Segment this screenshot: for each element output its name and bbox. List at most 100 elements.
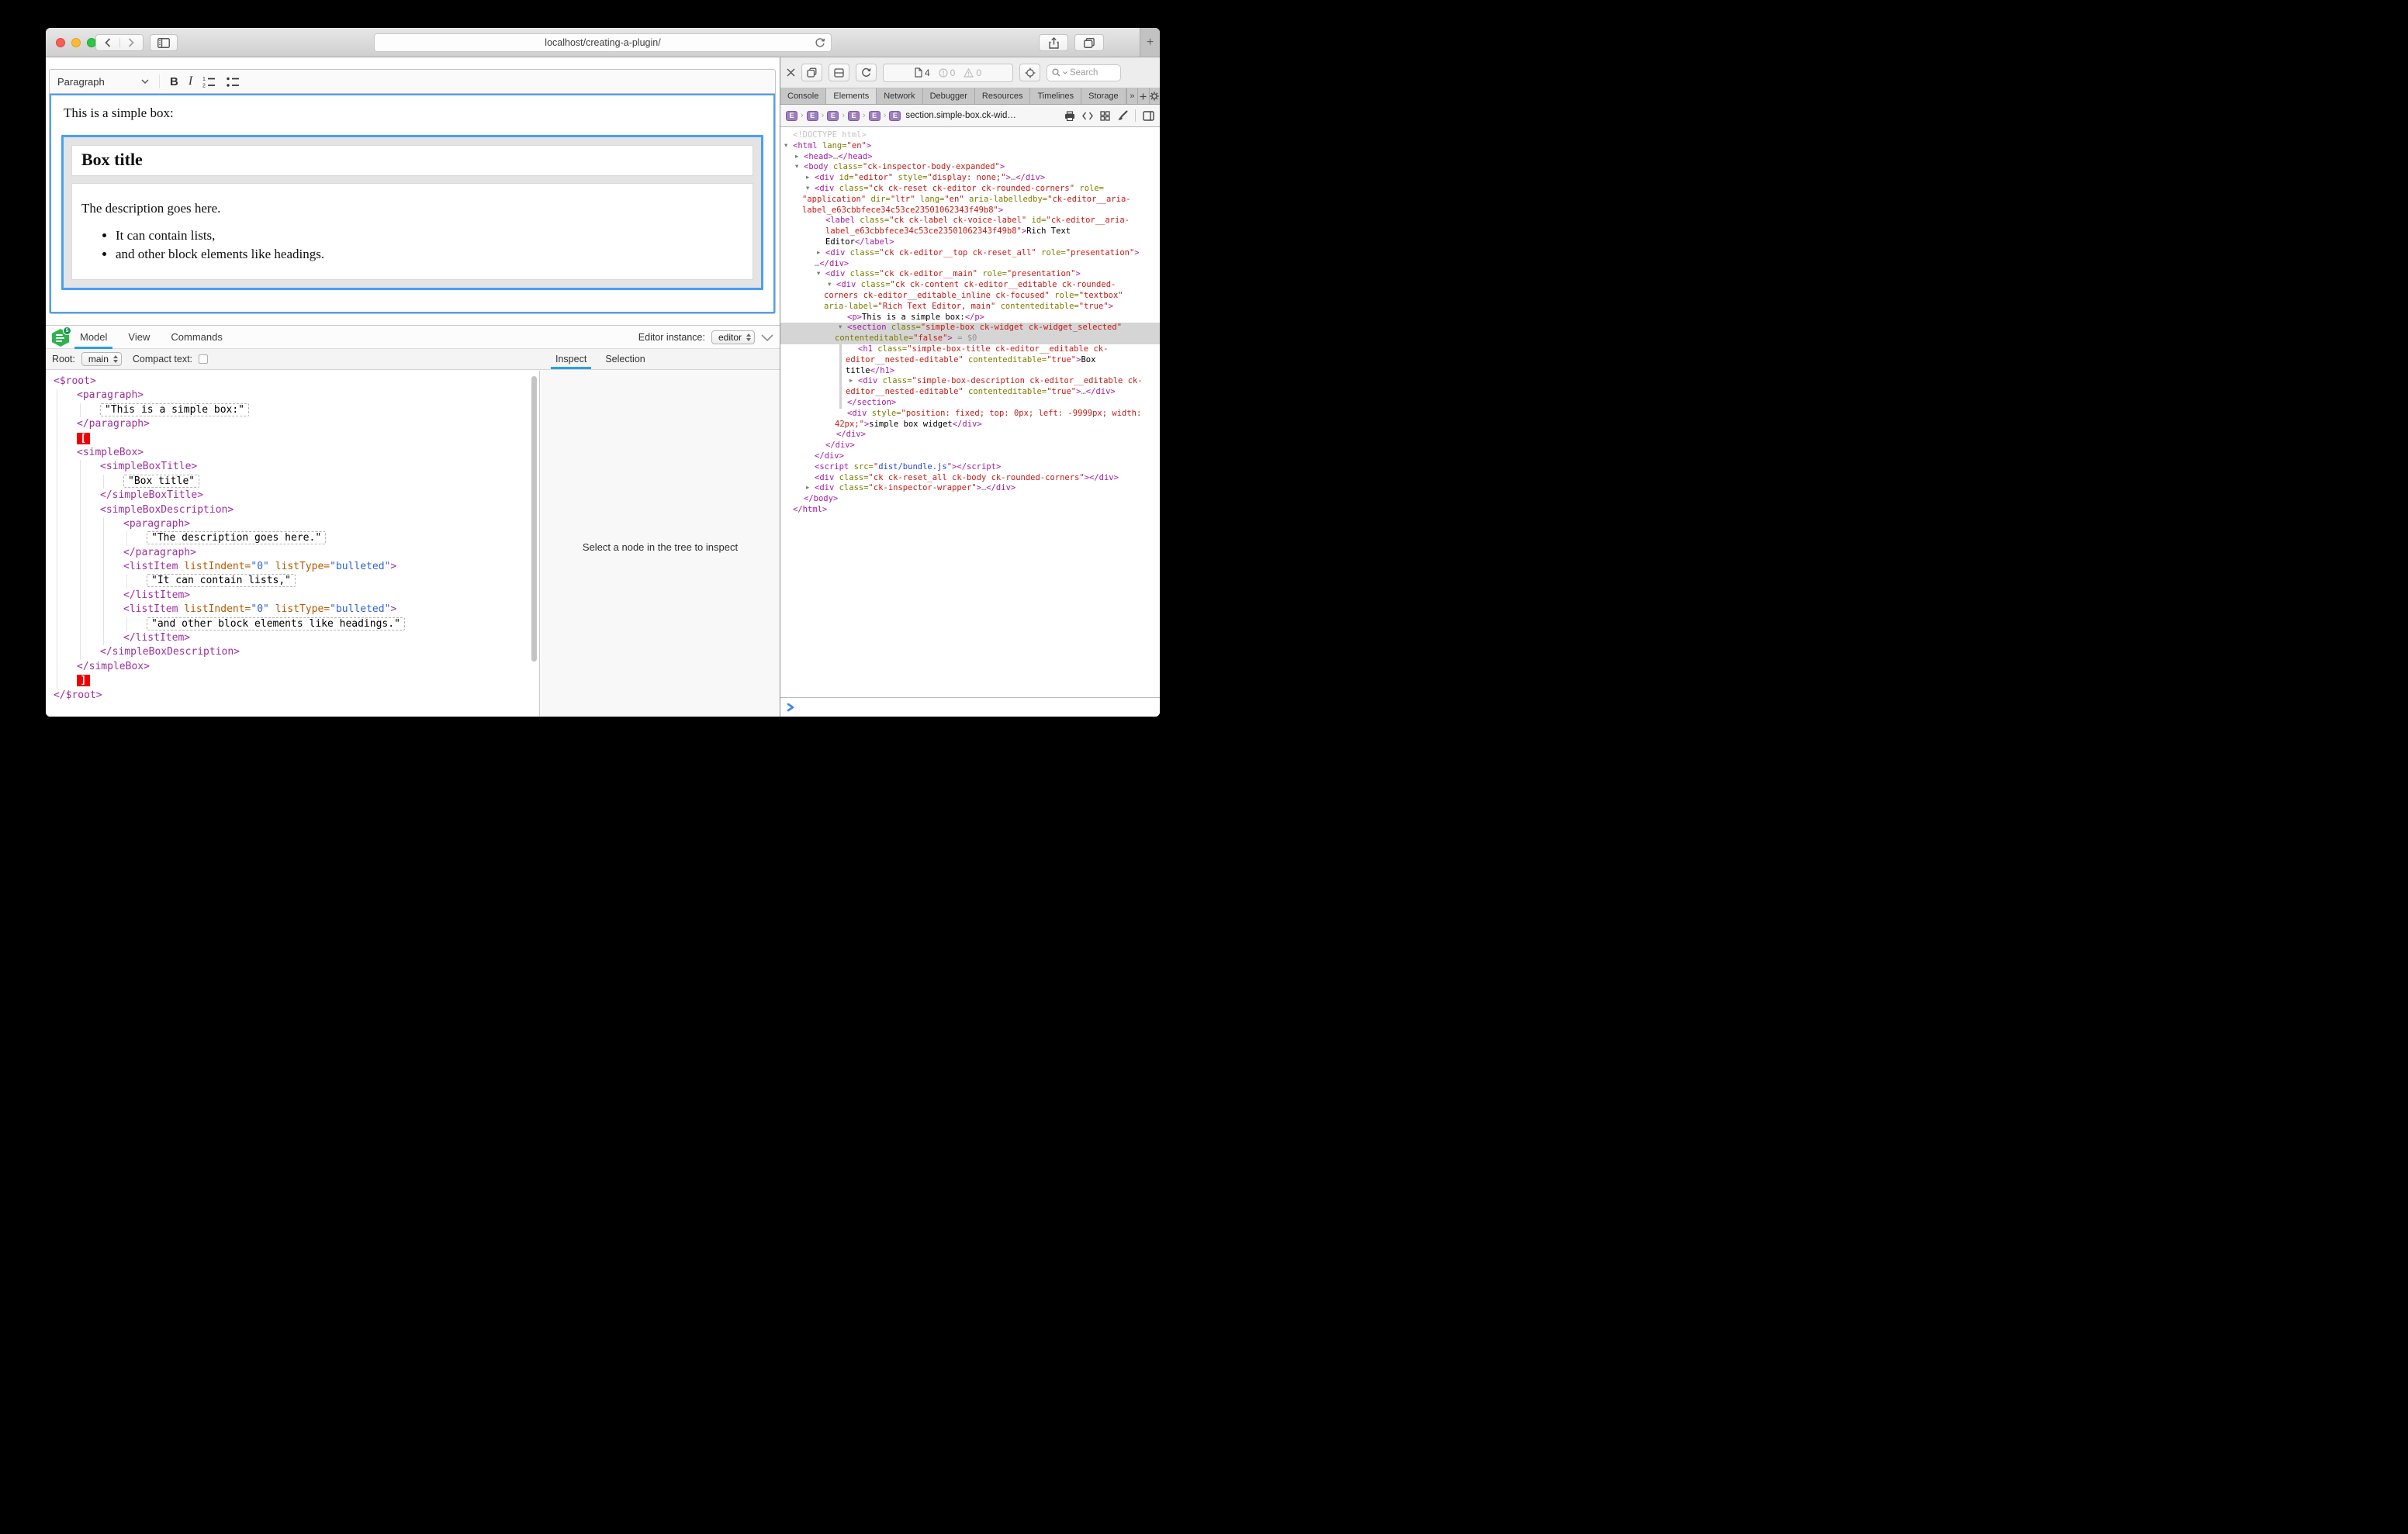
model-tree-row[interactable]: </listItem> <box>46 631 539 645</box>
editor-instance-select[interactable]: editor <box>711 330 755 344</box>
search-input[interactable] <box>1070 68 1113 78</box>
bold-button[interactable]: B <box>170 75 178 88</box>
dom-tree-row[interactable]: </body> <box>780 494 1160 505</box>
element-picker-button[interactable] <box>1019 64 1040 81</box>
dock-side-button[interactable] <box>829 64 849 81</box>
back-button[interactable] <box>96 38 120 47</box>
dom-tree-row[interactable]: "application" dir="ltr" lang="en" aria-l… <box>780 195 1160 206</box>
dom-tree-row[interactable]: editor__nested-editable" contenteditable… <box>780 355 1160 366</box>
collapse-inspector-icon[interactable] <box>761 334 773 341</box>
dom-tree-row[interactable]: <div style="position: fixed; top: 0px; l… <box>780 409 1160 420</box>
model-tree-row[interactable]: <paragraph> <box>46 389 539 403</box>
tab-model[interactable]: Model <box>80 326 107 349</box>
close-window-button[interactable] <box>56 38 65 47</box>
reload-page-button[interactable] <box>856 64 877 81</box>
tab-elements[interactable]: Elements <box>826 88 877 104</box>
simple-box-title[interactable]: Box title <box>71 145 753 176</box>
italic-button[interactable]: I <box>189 74 192 88</box>
details-sidebar-icon[interactable] <box>1143 111 1154 121</box>
tab-view[interactable]: View <box>128 326 150 349</box>
dom-tree-row[interactable]: <!DOCTYPE html> <box>780 130 1160 141</box>
model-tree-row[interactable]: "This is a simple box:" <box>46 403 539 417</box>
model-tree-row[interactable]: ] <box>46 674 539 688</box>
dom-tree-row[interactable]: Editor</label> <box>780 237 1160 248</box>
grid-overlay-icon[interactable] <box>1100 111 1110 121</box>
element-crumb[interactable]: E <box>807 111 818 121</box>
add-tab-button[interactable] <box>1137 88 1148 104</box>
dom-tree-row[interactable]: ▾<body class="ck-inspector-body-expanded… <box>780 162 1160 173</box>
share-button[interactable] <box>1039 34 1068 51</box>
tab-timelines[interactable]: Timelines <box>1030 88 1081 104</box>
dom-tree-row[interactable]: corners ck-editor__editable_inline ck-fo… <box>780 291 1160 302</box>
dom-tree-row[interactable]: </div> <box>780 451 1160 462</box>
model-tree-row[interactable]: </paragraph> <box>46 417 539 431</box>
dom-tree-row[interactable]: ▸<div class="simple-box-description ck-e… <box>780 376 1160 387</box>
new-tab-button[interactable]: + <box>1140 28 1160 57</box>
print-icon[interactable] <box>1064 111 1075 121</box>
minimize-window-button[interactable] <box>71 38 81 47</box>
element-crumb[interactable]: E <box>786 111 797 121</box>
compact-text-checkbox[interactable] <box>199 354 208 364</box>
numbered-list-button[interactable]: 12 <box>202 76 216 88</box>
model-tree-row[interactable]: </$root> <box>46 689 539 703</box>
tab-overview-button[interactable] <box>1074 34 1104 51</box>
model-tree-row[interactable]: <simpleBoxDescription> <box>46 503 539 517</box>
dom-tree-row[interactable]: contenteditable="false"> = $0 <box>780 333 1160 344</box>
dom-tree-row[interactable]: ▸<div id="editor" style="display: none;"… <box>780 173 1160 184</box>
dom-tree-row[interactable]: aria-label="Rich Text Editor, main" cont… <box>780 302 1160 313</box>
model-tree-row[interactable]: "It can contain lists," <box>46 574 539 588</box>
dom-tree-row[interactable]: ▸<div class="ck-inspector-wrapper">…</di… <box>780 483 1160 494</box>
model-tree-row[interactable]: </paragraph> <box>46 546 539 560</box>
tab-console[interactable]: Console <box>780 88 826 104</box>
dom-tree-row[interactable]: <p>This is a simple box:</p> <box>780 313 1160 323</box>
model-tree-row[interactable]: "The description goes here." <box>46 531 539 545</box>
dom-tree-row[interactable]: </html> <box>780 505 1160 516</box>
heading-dropdown[interactable]: Paragraph <box>57 76 149 88</box>
tab-storage[interactable]: Storage <box>1081 88 1126 104</box>
tab-commands[interactable]: Commands <box>171 326 222 349</box>
tab-selection[interactable]: Selection <box>605 349 645 369</box>
dom-tree-row[interactable]: editor__nested-editable" contenteditable… <box>780 387 1160 398</box>
sidebar-toggle-button[interactable] <box>150 34 178 51</box>
root-select[interactable]: main <box>81 352 122 366</box>
tab-debugger[interactable]: Debugger <box>923 88 975 104</box>
model-tree-row[interactable]: <paragraph> <box>46 517 539 531</box>
model-tree-row[interactable]: </simpleBox> <box>46 660 539 674</box>
dom-tree-row[interactable]: ▾<html lang="en"> <box>780 141 1160 152</box>
show-source-icon[interactable] <box>1082 112 1093 120</box>
bulleted-list-button[interactable] <box>227 76 240 88</box>
dom-tree-row[interactable]: </div> <box>780 430 1160 441</box>
address-bar[interactable]: localhost/creating-a-plugin/ <box>374 33 832 52</box>
dom-tree-row[interactable]: label_e63cbbfece34c53ce23501062343f49b8"… <box>780 206 1160 216</box>
editor-editable-area[interactable]: This is a simple box: Box title The desc… <box>50 94 775 313</box>
dom-tree-row[interactable]: label_e63cbbfece34c53ce23501062343f49b8"… <box>780 226 1160 237</box>
detach-devtools-button[interactable] <box>801 64 822 81</box>
model-tree-row[interactable]: <simpleBox> <box>46 446 539 460</box>
dom-tree-row[interactable]: ▾<div class="ck ck-editor__main" role="p… <box>780 269 1160 280</box>
model-tree-row[interactable]: <$root> <box>46 375 539 389</box>
element-crumb[interactable]: E <box>848 111 860 121</box>
devtools-search[interactable] <box>1047 64 1121 81</box>
model-tree-row[interactable]: </simpleBoxTitle> <box>46 489 539 503</box>
reload-button[interactable] <box>815 37 825 49</box>
dom-tree-row[interactable]: …</div> <box>780 259 1160 270</box>
dom-tree-row[interactable]: <div class="ck ck-reset_all ck-body ck-r… <box>780 473 1160 484</box>
dom-tree-row[interactable]: <label class="ck ck-label ck-voice-label… <box>780 216 1160 226</box>
dom-tree-row[interactable]: title</h1> <box>780 366 1160 377</box>
model-tree-row[interactable]: </listItem> <box>46 589 539 603</box>
current-node-crumb[interactable]: section.simple-box.ck-wid… <box>905 111 1016 120</box>
devtools-settings-button[interactable] <box>1149 88 1160 104</box>
dom-tree-row[interactable]: ▾<div class="ck ck-reset ck-editor ck-ro… <box>780 184 1160 195</box>
quick-console[interactable] <box>780 697 1160 717</box>
simple-box-widget[interactable]: Box title The description goes here. It … <box>61 135 763 290</box>
model-tree-row[interactable]: <listItem listIndent="0" listType="bulle… <box>46 603 539 617</box>
dom-tree-row[interactable]: </section> <box>780 398 1160 409</box>
resource-badges[interactable]: 4 0 0 <box>883 64 1013 82</box>
model-tree-row[interactable]: "Box title" <box>46 475 539 489</box>
dom-tree-row[interactable]: 42px;">simple box widget</div> <box>780 420 1160 430</box>
model-tree-row[interactable]: "and other block elements like headings.… <box>46 617 539 631</box>
model-tree-row[interactable]: <simpleBoxTitle> <box>46 460 539 474</box>
model-tree-row[interactable]: </simpleBoxDescription> <box>46 645 539 659</box>
element-crumb[interactable]: E <box>827 111 839 121</box>
model-tree-row[interactable]: <listItem listIndent="0" listType="bulle… <box>46 560 539 574</box>
